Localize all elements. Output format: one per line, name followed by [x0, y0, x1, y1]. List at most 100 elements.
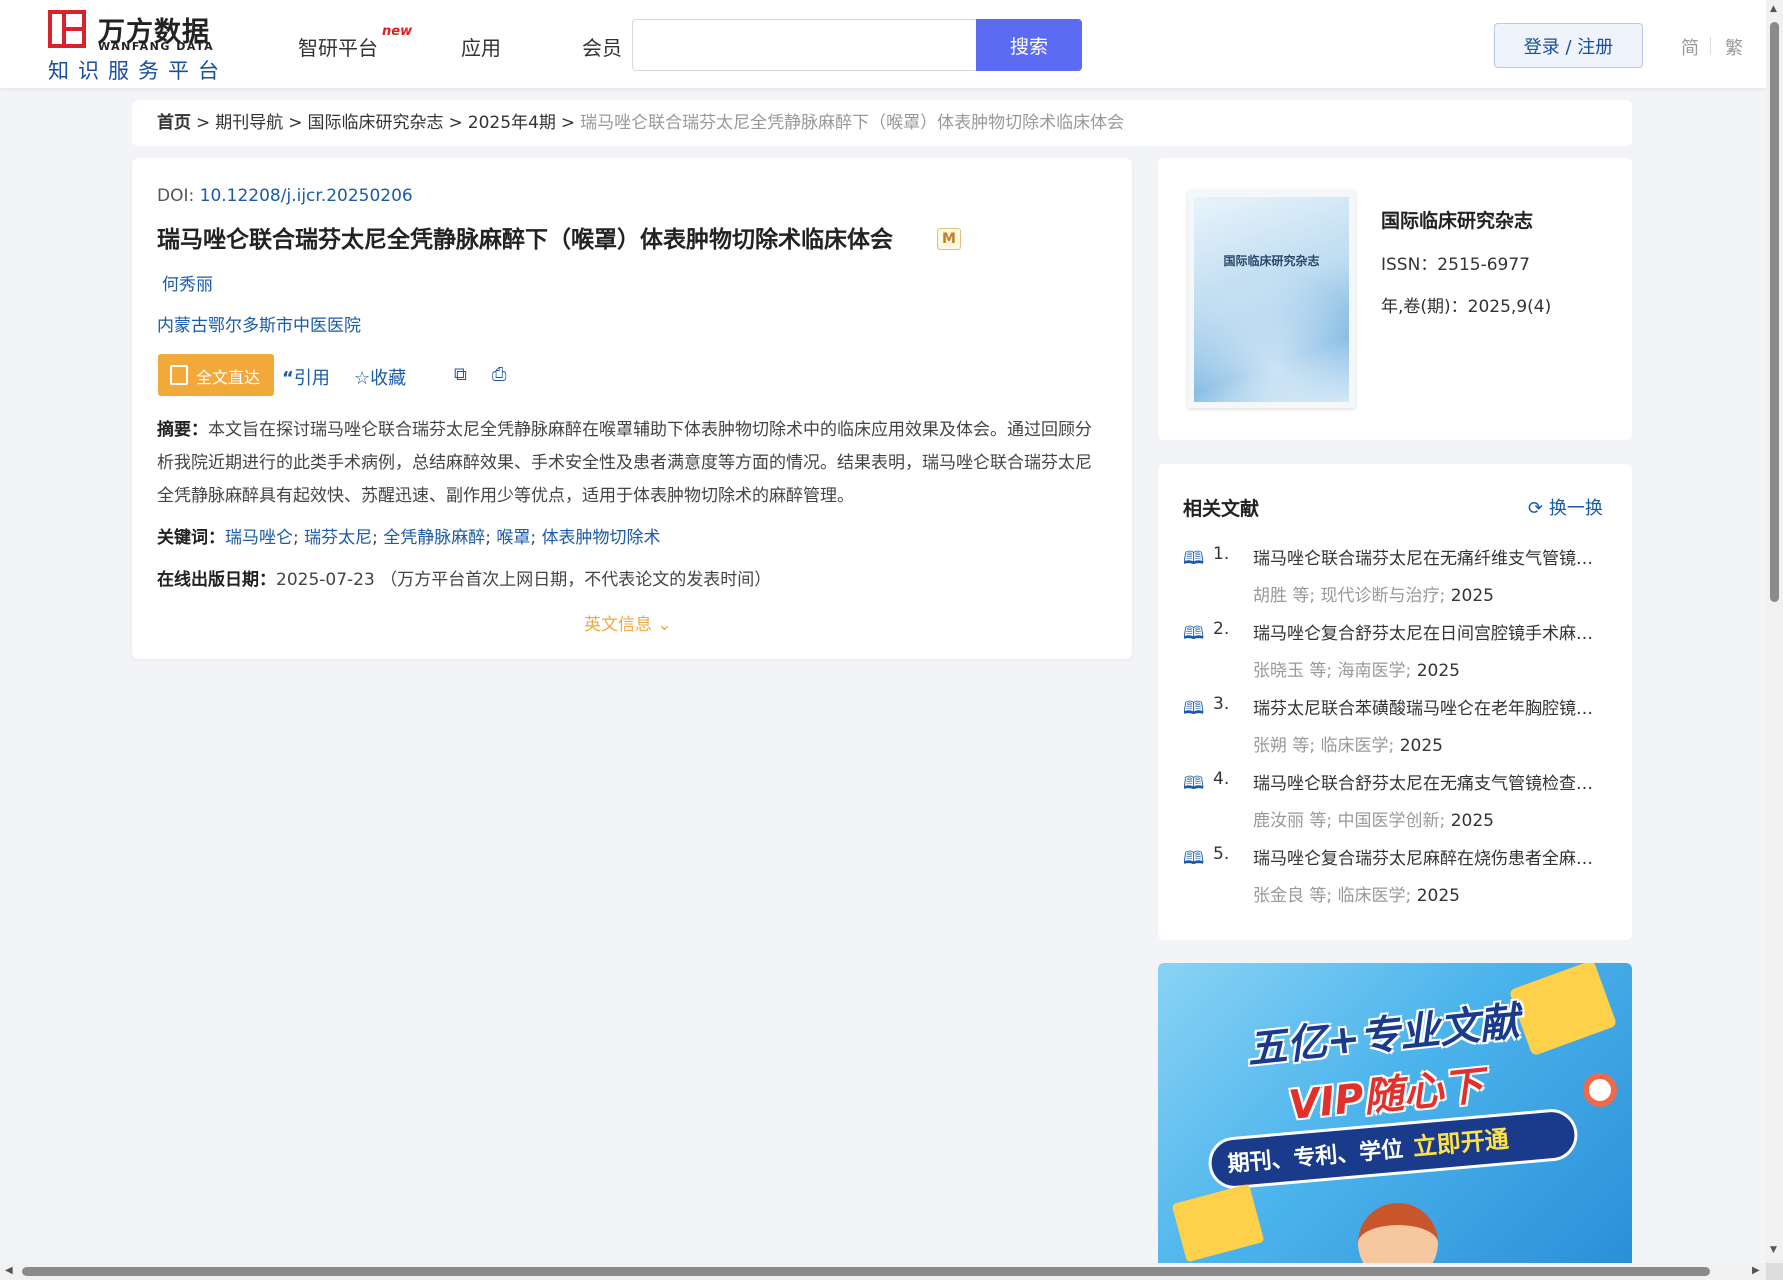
breadcrumb-separator: >: [288, 113, 303, 133]
breadcrumb-home[interactable]: 首页: [157, 113, 191, 133]
wanfang-logo[interactable]: 万方数据 WANFANG DATA 知识服务平台: [48, 10, 219, 83]
collect-label: 收藏: [370, 368, 407, 389]
author-link[interactable]: 何秀丽: [162, 270, 213, 295]
book-illustration: [1508, 963, 1618, 1057]
cartoon-character: [1358, 1203, 1438, 1263]
related-author[interactable]: 张金良: [1253, 886, 1304, 906]
vip-promo-banner[interactable]: 五亿+专业文献 VIP随心下 期刊、专利、学位 立即开通: [1158, 963, 1632, 1263]
vertical-scrollbar[interactable]: ▲ ▼: [1766, 0, 1783, 1263]
scroll-left-arrow-icon[interactable]: ◀: [5, 1265, 13, 1276]
nav-new-badge: new: [382, 24, 413, 39]
related-journal[interactable]: 临床医学: [1338, 886, 1406, 906]
breadcrumb-journal-nav[interactable]: 期刊导航: [215, 113, 283, 133]
document-illustration: [1171, 1183, 1265, 1263]
wanfang-logo-icon: [48, 10, 86, 48]
related-title-link[interactable]: 瑞芬太尼联合苯磺酸瑞马唑仑在老年胸腔镜手术中的应用: [1253, 694, 1608, 719]
journal-info-card: 国际临床研究杂志 国际临床研究杂志 ISSN：2515-6977 年,卷(期)：…: [1158, 158, 1632, 440]
related-meta: 张朔 等; 临床医学; 2025: [1253, 736, 1443, 756]
breadcrumb-issue[interactable]: 2025年4期: [468, 113, 556, 133]
doi-label: DOI:: [157, 186, 200, 206]
horizontal-scroll-thumb[interactable]: [22, 1267, 1710, 1276]
english-info-label: 英文信息: [584, 615, 652, 635]
refresh-button[interactable]: ⟳ 换一换: [1528, 494, 1603, 520]
journal-cover-image[interactable]: 国际临床研究杂志: [1188, 191, 1355, 408]
pin-illustration: [1583, 1073, 1617, 1107]
related-author[interactable]: 胡胜: [1253, 586, 1287, 606]
english-info-toggle[interactable]: 英文信息 ⌄: [584, 610, 672, 635]
breadcrumb-separator: >: [560, 113, 576, 133]
lang-traditional[interactable]: 繁: [1725, 34, 1743, 60]
related-author[interactable]: 张晓玉: [1253, 661, 1304, 681]
refresh-icon: ⟳: [1528, 498, 1544, 519]
banner-cta-text: 期刊、专利、学位: [1226, 1137, 1405, 1178]
search-input[interactable]: [632, 19, 977, 71]
related-author[interactable]: 鹿汝丽: [1253, 811, 1304, 831]
related-year: 2025: [1416, 661, 1460, 681]
doi-link[interactable]: 10.12208/j.ijcr.20250206: [200, 186, 413, 206]
related-number: 1.: [1213, 544, 1230, 564]
related-etal: 等;: [1292, 586, 1316, 606]
related-title-link[interactable]: 瑞马唑仑复合舒芬太尼在日间宫腔镜手术麻醉中的应用: [1253, 619, 1608, 644]
lang-divider: [1710, 37, 1711, 55]
related-year: 2025: [1450, 811, 1494, 831]
related-year: 2025: [1450, 586, 1494, 606]
cover-title: 国际临床研究杂志: [1223, 254, 1320, 268]
keyword-link[interactable]: 喉罩: [496, 528, 530, 548]
book-open-icon: 🕮: [1183, 548, 1205, 569]
nav-zhiyan-platform[interactable]: 智研平台: [298, 32, 378, 61]
book-open-icon: 🕮: [1183, 698, 1205, 719]
nav-membership[interactable]: 会员: [582, 32, 622, 61]
related-title-link[interactable]: 瑞马唑仑联合舒芬太尼在无痛支气管镜检查中的应用: [1253, 769, 1608, 794]
abstract: 摘要：本文旨在探讨瑞马唑仑联合瑞芬太尼全凭静脉麻醉在喉罩辅助下体表肿物切除术中的…: [157, 414, 1107, 513]
nav-apps[interactable]: 应用: [461, 32, 501, 61]
related-year: 2025: [1416, 886, 1460, 906]
lang-simplified[interactable]: 简: [1681, 34, 1699, 60]
breadcrumb: 首页 > 期刊导航 > 国际临床研究杂志 >2025年4期 > 瑞马唑仑联合瑞芬太尼全凭静脉麻…: [132, 100, 1632, 146]
quote-icon: “: [282, 368, 294, 389]
keyword-link[interactable]: 瑞芬太尼: [304, 528, 372, 548]
scroll-up-arrow-icon[interactable]: ▲: [1770, 4, 1777, 14]
related-journal[interactable]: 临床医学: [1321, 736, 1389, 756]
related-journal[interactable]: 海南医学: [1338, 661, 1406, 681]
pubdate-value: 2025-07-23: [276, 570, 375, 590]
related-number: 2.: [1213, 619, 1230, 639]
related-item: 🕮 4. 瑞马唑仑联合舒芬太尼在无痛支气管镜检查中的应用 鹿汝丽 等; 中国医学…: [1183, 769, 1613, 844]
related-number: 3.: [1213, 694, 1230, 714]
keyword-link[interactable]: 瑞马唑仑: [225, 528, 293, 548]
top-header: 万方数据 WANFANG DATA 知识服务平台 智研平台 new 应用 会员 …: [0, 0, 1766, 88]
search-button[interactable]: 搜索: [976, 19, 1082, 71]
keywords: 关键词：瑞马唑仑; 瑞芬太尼; 全凭静脉麻醉; 喉罩; 体表肿物切除术: [157, 528, 661, 548]
fulltext-button[interactable]: 全文直达: [158, 354, 274, 396]
scroll-right-arrow-icon[interactable]: ▶: [1752, 1265, 1760, 1276]
related-etal: 等;: [1292, 736, 1316, 756]
horizontal-scrollbar[interactable]: ◀ ▶: [0, 1263, 1766, 1280]
login-register-button[interactable]: 登录 / 注册: [1494, 23, 1643, 68]
related-journal[interactable]: 中国医学创新: [1338, 811, 1440, 831]
fulltext-label: 全文直达: [196, 368, 261, 387]
keyword-link[interactable]: 体表肿物切除术: [542, 528, 661, 548]
related-title-link[interactable]: 瑞马唑仑联合瑞芬太尼在无痛纤维支气管镜检查中的应用: [1253, 544, 1608, 569]
related-item: 🕮 3. 瑞芬太尼联合苯磺酸瑞马唑仑在老年胸腔镜手术中的应用 张朔 等; 临床医…: [1183, 694, 1613, 769]
print-icon[interactable]: ⎙: [492, 364, 506, 385]
pubdate-label: 在线出版日期：: [157, 570, 276, 590]
breadcrumb-journal[interactable]: 国际临床研究杂志: [308, 113, 444, 133]
document-free-icon: [170, 365, 188, 385]
related-author[interactable]: 张朔: [1253, 736, 1287, 756]
collect-button[interactable]: ☆收藏: [354, 364, 406, 390]
related-title-link[interactable]: 瑞马唑仑复合瑞芬太尼麻醉在烧伤患者全麻中的应用: [1253, 844, 1608, 869]
scroll-down-arrow-icon[interactable]: ▼: [1770, 1245, 1777, 1255]
m-badge-icon[interactable]: M: [937, 228, 961, 250]
keyword-link[interactable]: 全凭静脉麻醉: [383, 528, 485, 548]
logo-en-text: WANFANG DATA: [98, 40, 215, 53]
vertical-scroll-thumb[interactable]: [1770, 22, 1779, 602]
book-open-icon: 🕮: [1183, 623, 1205, 644]
breadcrumb-current: 瑞马唑仑联合瑞芬太尼全凭静脉麻醉下（喉罩）体表肿物切除术临床体会: [580, 113, 1125, 133]
related-journal[interactable]: 现代诊断与治疗: [1321, 586, 1440, 606]
related-etal: 等;: [1309, 811, 1333, 831]
abstract-text: 本文旨在探讨瑞马唑仑联合瑞芬太尼全凭静脉麻醉在喉罩辅助下体表肿物切除术中的临床应…: [157, 420, 1092, 506]
related-number: 4.: [1213, 769, 1230, 789]
cite-button[interactable]: “引用: [282, 364, 330, 390]
organization-link[interactable]: 内蒙古鄂尔多斯市中医医院: [157, 311, 361, 336]
journal-name[interactable]: 国际临床研究杂志: [1381, 206, 1533, 233]
share-icon[interactable]: ⧉: [454, 364, 467, 385]
